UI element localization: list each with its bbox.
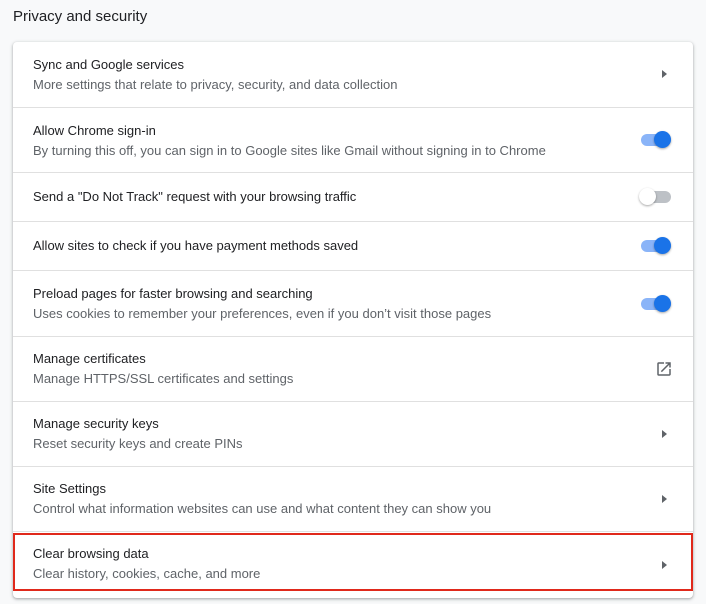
row-description: Clear history, cookies, cache, and more	[33, 566, 261, 581]
arrow-right-icon[interactable]	[662, 70, 667, 78]
preload-pages-row: Preload pages for faster browsing and se…	[13, 270, 693, 336]
row-description: Manage HTTPS/SSL certificates and settin…	[33, 371, 294, 386]
preload-pages-toggle[interactable]	[639, 294, 672, 314]
row-description: Reset security keys and create PINs	[33, 436, 243, 451]
privacy-settings-card: Sync and Google services More settings t…	[13, 42, 693, 598]
row-title: Sync and Google services	[33, 57, 185, 72]
payment-methods-toggle[interactable]	[639, 236, 672, 256]
row-title: Allow Chrome sign-in	[33, 123, 156, 138]
row-title: Clear browsing data	[33, 546, 149, 561]
row-description: More settings that relate to privacy, se…	[33, 77, 398, 92]
arrow-right-icon[interactable]	[662, 561, 667, 569]
sync-google-services-row[interactable]: Sync and Google services More settings t…	[13, 42, 693, 107]
row-description: Control what information websites can us…	[33, 501, 492, 516]
row-title: Preload pages for faster browsing and se…	[33, 286, 313, 301]
payment-methods-row: Allow sites to check if you have payment…	[13, 221, 693, 270]
site-settings-row[interactable]: Site Settings Control what information w…	[13, 466, 693, 531]
manage-security-keys-row[interactable]: Manage security keys Reset security keys…	[13, 401, 693, 466]
row-title: Send a "Do Not Track" request with your …	[33, 189, 357, 204]
section-title: Privacy and security	[13, 8, 148, 25]
allow-chrome-signin-row: Allow Chrome sign-in By turning this off…	[13, 107, 693, 172]
row-title: Manage security keys	[33, 416, 159, 431]
row-title: Manage certificates	[33, 351, 146, 366]
external-link-icon[interactable]	[655, 360, 673, 378]
toggle-knob	[654, 295, 671, 312]
row-description: By turning this off, you can sign in to …	[33, 143, 546, 158]
do-not-track-row: Send a "Do Not Track" request with your …	[13, 172, 693, 221]
row-title: Allow sites to check if you have payment…	[33, 238, 359, 253]
arrow-right-icon[interactable]	[662, 430, 667, 438]
toggle-knob	[654, 237, 671, 254]
manage-certificates-row[interactable]: Manage certificates Manage HTTPS/SSL cer…	[13, 336, 693, 401]
row-title: Site Settings	[33, 481, 106, 496]
clear-browsing-data-row[interactable]: Clear browsing data Clear history, cooki…	[13, 531, 693, 598]
allow-chrome-signin-toggle[interactable]	[639, 130, 672, 150]
toggle-knob	[639, 188, 656, 205]
row-description: Uses cookies to remember your preference…	[33, 306, 492, 321]
do-not-track-toggle[interactable]	[639, 187, 672, 207]
toggle-knob	[654, 131, 671, 148]
arrow-right-icon[interactable]	[662, 495, 667, 503]
